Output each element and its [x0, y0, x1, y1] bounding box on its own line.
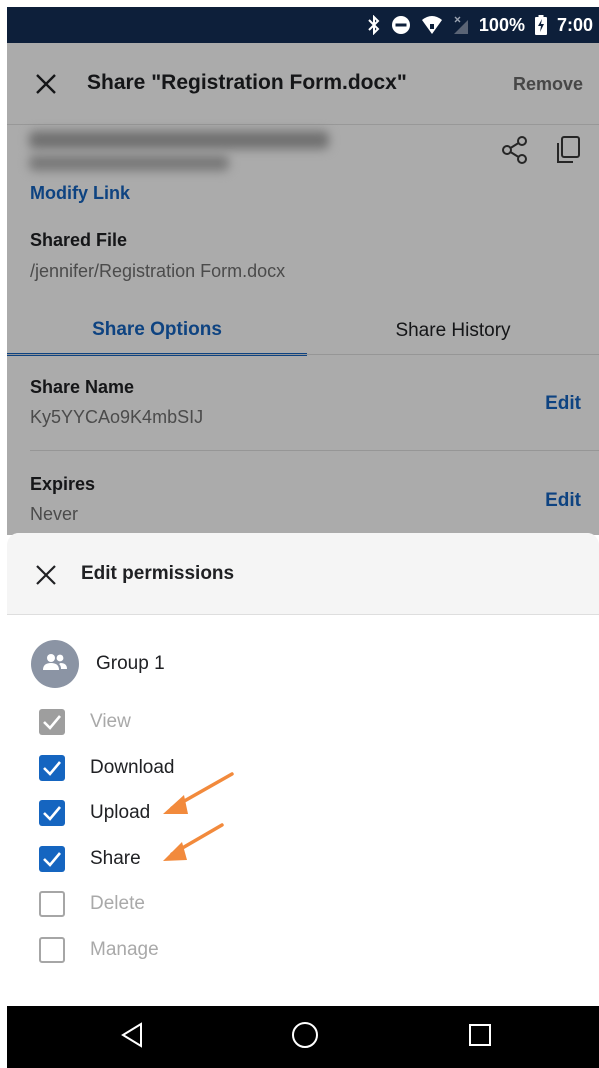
- group-icon: [42, 653, 68, 676]
- permission-label: Delete: [90, 893, 145, 914]
- annotation-arrow-upload: [163, 772, 234, 814]
- permission-label: Upload: [90, 802, 151, 823]
- permission-label: Manage: [90, 939, 159, 960]
- permission-delete: Delete: [39, 889, 339, 919]
- annotation-arrow-share: [163, 823, 224, 861]
- clock: 7:00: [556, 14, 593, 35]
- share-checkbox[interactable]: [39, 846, 65, 872]
- no-signal-icon: [453, 15, 469, 35]
- close-icon[interactable]: [35, 564, 57, 586]
- group-name: Group 1: [96, 653, 165, 674]
- upload-checkbox[interactable]: [39, 800, 65, 826]
- delete-checkbox[interactable]: [39, 891, 65, 917]
- wifi-icon: [421, 15, 443, 35]
- permission-view: View: [39, 707, 339, 737]
- battery-charging-icon: [534, 15, 547, 35]
- permission-label: View: [90, 711, 131, 732]
- sheet-title: Edit permissions: [81, 563, 235, 584]
- battery-percentage: 100%: [478, 14, 525, 35]
- do-not-disturb-icon: [391, 15, 411, 35]
- status-bar: 100% 7:00: [7, 7, 599, 43]
- sheet-header: Edit permissions: [7, 533, 599, 615]
- back-icon[interactable]: [117, 1020, 147, 1055]
- navigation-bar: [7, 1006, 599, 1068]
- manage-checkbox[interactable]: [39, 937, 65, 963]
- home-icon[interactable]: [290, 1020, 320, 1055]
- download-checkbox[interactable]: [39, 755, 65, 781]
- permission-label: Share: [90, 848, 141, 869]
- group-avatar: [31, 640, 79, 688]
- permission-manage: Manage: [39, 935, 339, 965]
- edit-permissions-sheet: Edit permissions Group 1 View Download U…: [7, 533, 599, 1006]
- bluetooth-icon: [367, 15, 381, 35]
- modal-scrim[interactable]: [7, 43, 599, 535]
- view-checkbox: [39, 709, 65, 735]
- recent-apps-icon[interactable]: [465, 1020, 495, 1055]
